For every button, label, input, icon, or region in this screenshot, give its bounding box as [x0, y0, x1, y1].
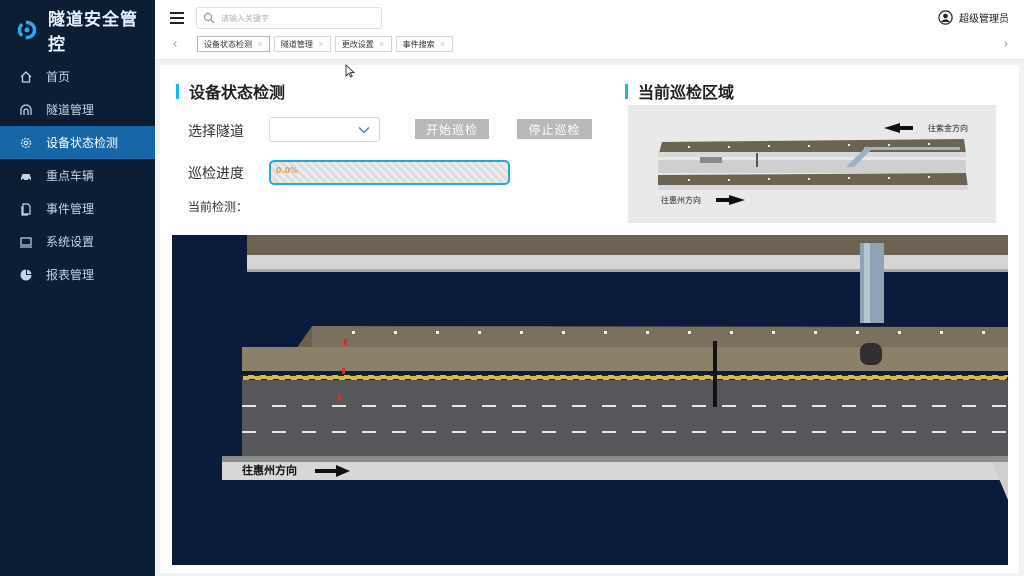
view-direction-label: 往惠州方向	[242, 464, 297, 477]
tunnel-3d-scene	[222, 235, 1008, 500]
logo-icon	[16, 19, 38, 41]
home-icon	[18, 69, 34, 85]
close-icon[interactable]: ×	[379, 40, 385, 48]
sidebar-item-tunnel[interactable]: 隧道管理	[0, 93, 155, 126]
monitor-icon	[18, 234, 34, 250]
sidebar-item-device-status[interactable]: 设备状态检测	[0, 126, 155, 159]
sidebar-item-label: 报表管理	[46, 268, 95, 282]
menu-toggle-icon[interactable]	[170, 12, 184, 24]
device-panel-title-text: 设备状态检测	[189, 83, 286, 102]
sidebar-item-label: 设备状态检测	[46, 136, 119, 150]
tunnel-icon	[18, 102, 34, 118]
patrol-area-minimap: 往紫金方向 往惠州方向	[628, 105, 996, 223]
header: 超级管理员 ‹ 设备状态检测 × 隧道管理 × 更改设置 × 事件搜索 × ›	[155, 0, 1024, 60]
sidebar-item-reports[interactable]: 报表管理	[0, 258, 155, 291]
patrol-progress-bar: 0.0%	[269, 160, 510, 185]
close-icon[interactable]: ×	[440, 40, 446, 48]
user-name: 超级管理员	[959, 14, 1009, 25]
gear-icon	[18, 135, 34, 151]
car-icon	[18, 168, 34, 184]
stop-patrol-button[interactable]: 停止巡检	[517, 119, 592, 139]
user-avatar-icon	[938, 10, 953, 25]
title-accent-bar	[625, 83, 628, 99]
direction-bottom-label: 往惠州方向	[661, 196, 701, 205]
sidebar-item-label: 首页	[46, 70, 71, 84]
tab-next-icon[interactable]: ›	[1000, 35, 1012, 53]
close-icon[interactable]: ×	[257, 40, 263, 48]
user-menu[interactable]: 超级管理员	[938, 10, 1009, 25]
tab-label: 更改设置	[341, 39, 374, 49]
patrol-progress-label: 巡检进度	[188, 166, 244, 182]
search-icon	[203, 12, 215, 24]
device-panel-title: 设备状态检测	[176, 79, 285, 103]
document-icon	[18, 201, 34, 217]
tabs-bar: ‹ 设备状态检测 × 隧道管理 × 更改设置 × 事件搜索 × ›	[155, 35, 1024, 55]
tab-event-search[interactable]: 事件搜索 ×	[395, 36, 453, 52]
sidebar-item-vehicles[interactable]: 重点车辆	[0, 159, 155, 192]
brand-title: 隧道安全管控	[48, 10, 138, 55]
patrol-panel-title-text: 当前巡检区域	[638, 83, 735, 102]
tab-change-settings[interactable]: 更改设置 ×	[334, 36, 392, 52]
tab-prev-icon[interactable]: ‹	[169, 35, 181, 53]
main-panel: 设备状态检测 选择隧道 开始巡检 停止巡检 巡检进度 0.0% 当前检测： 当前…	[160, 65, 1019, 573]
chevron-down-icon	[358, 126, 370, 134]
search-input[interactable]	[221, 13, 371, 23]
patrol-panel-title: 当前巡检区域	[625, 79, 734, 103]
sidebar-item-home[interactable]: 首页	[0, 60, 155, 93]
sidebar: 隧道安全管控 首页 隧道管理 设备状态检测 重点车辆 事件管理 系统设置 报表管…	[0, 0, 155, 576]
pie-chart-icon	[18, 267, 34, 283]
title-accent-bar	[176, 83, 179, 99]
select-tunnel-label: 选择隧道	[188, 124, 244, 140]
sidebar-item-label: 隧道管理	[46, 103, 95, 117]
tab-device-status[interactable]: 设备状态检测 ×	[197, 36, 270, 52]
sidebar-item-label: 事件管理	[46, 202, 95, 216]
tab-label: 事件搜索	[402, 39, 435, 49]
current-check-label: 当前检测：	[188, 200, 249, 214]
brand: 隧道安全管控	[0, 0, 155, 60]
tunnel-select[interactable]	[269, 117, 380, 142]
tab-label: 设备状态检测	[204, 39, 252, 49]
tabs: 设备状态检测 × 隧道管理 × 更改设置 × 事件搜索 ×	[197, 36, 453, 52]
close-icon[interactable]: ×	[318, 40, 324, 48]
search-box[interactable]	[196, 7, 382, 29]
sidebar-item-settings[interactable]: 系统设置	[0, 225, 155, 258]
sidebar-item-label: 重点车辆	[46, 169, 95, 183]
tab-tunnel-management[interactable]: 隧道管理 ×	[273, 36, 331, 52]
sidebar-item-label: 系统设置	[46, 235, 95, 249]
mouse-cursor-icon	[345, 63, 356, 78]
progress-percent: 0.0%	[276, 166, 299, 175]
start-patrol-button[interactable]: 开始巡检	[415, 119, 489, 139]
tab-label: 隧道管理	[280, 39, 313, 49]
sidebar-menu: 首页 隧道管理 设备状态检测 重点车辆 事件管理 系统设置 报表管理	[0, 60, 155, 291]
sidebar-item-events[interactable]: 事件管理	[0, 192, 155, 225]
tunnel-3d-view[interactable]: 往惠州方向	[172, 235, 1008, 565]
direction-top-label: 往紫金方向	[928, 124, 968, 133]
